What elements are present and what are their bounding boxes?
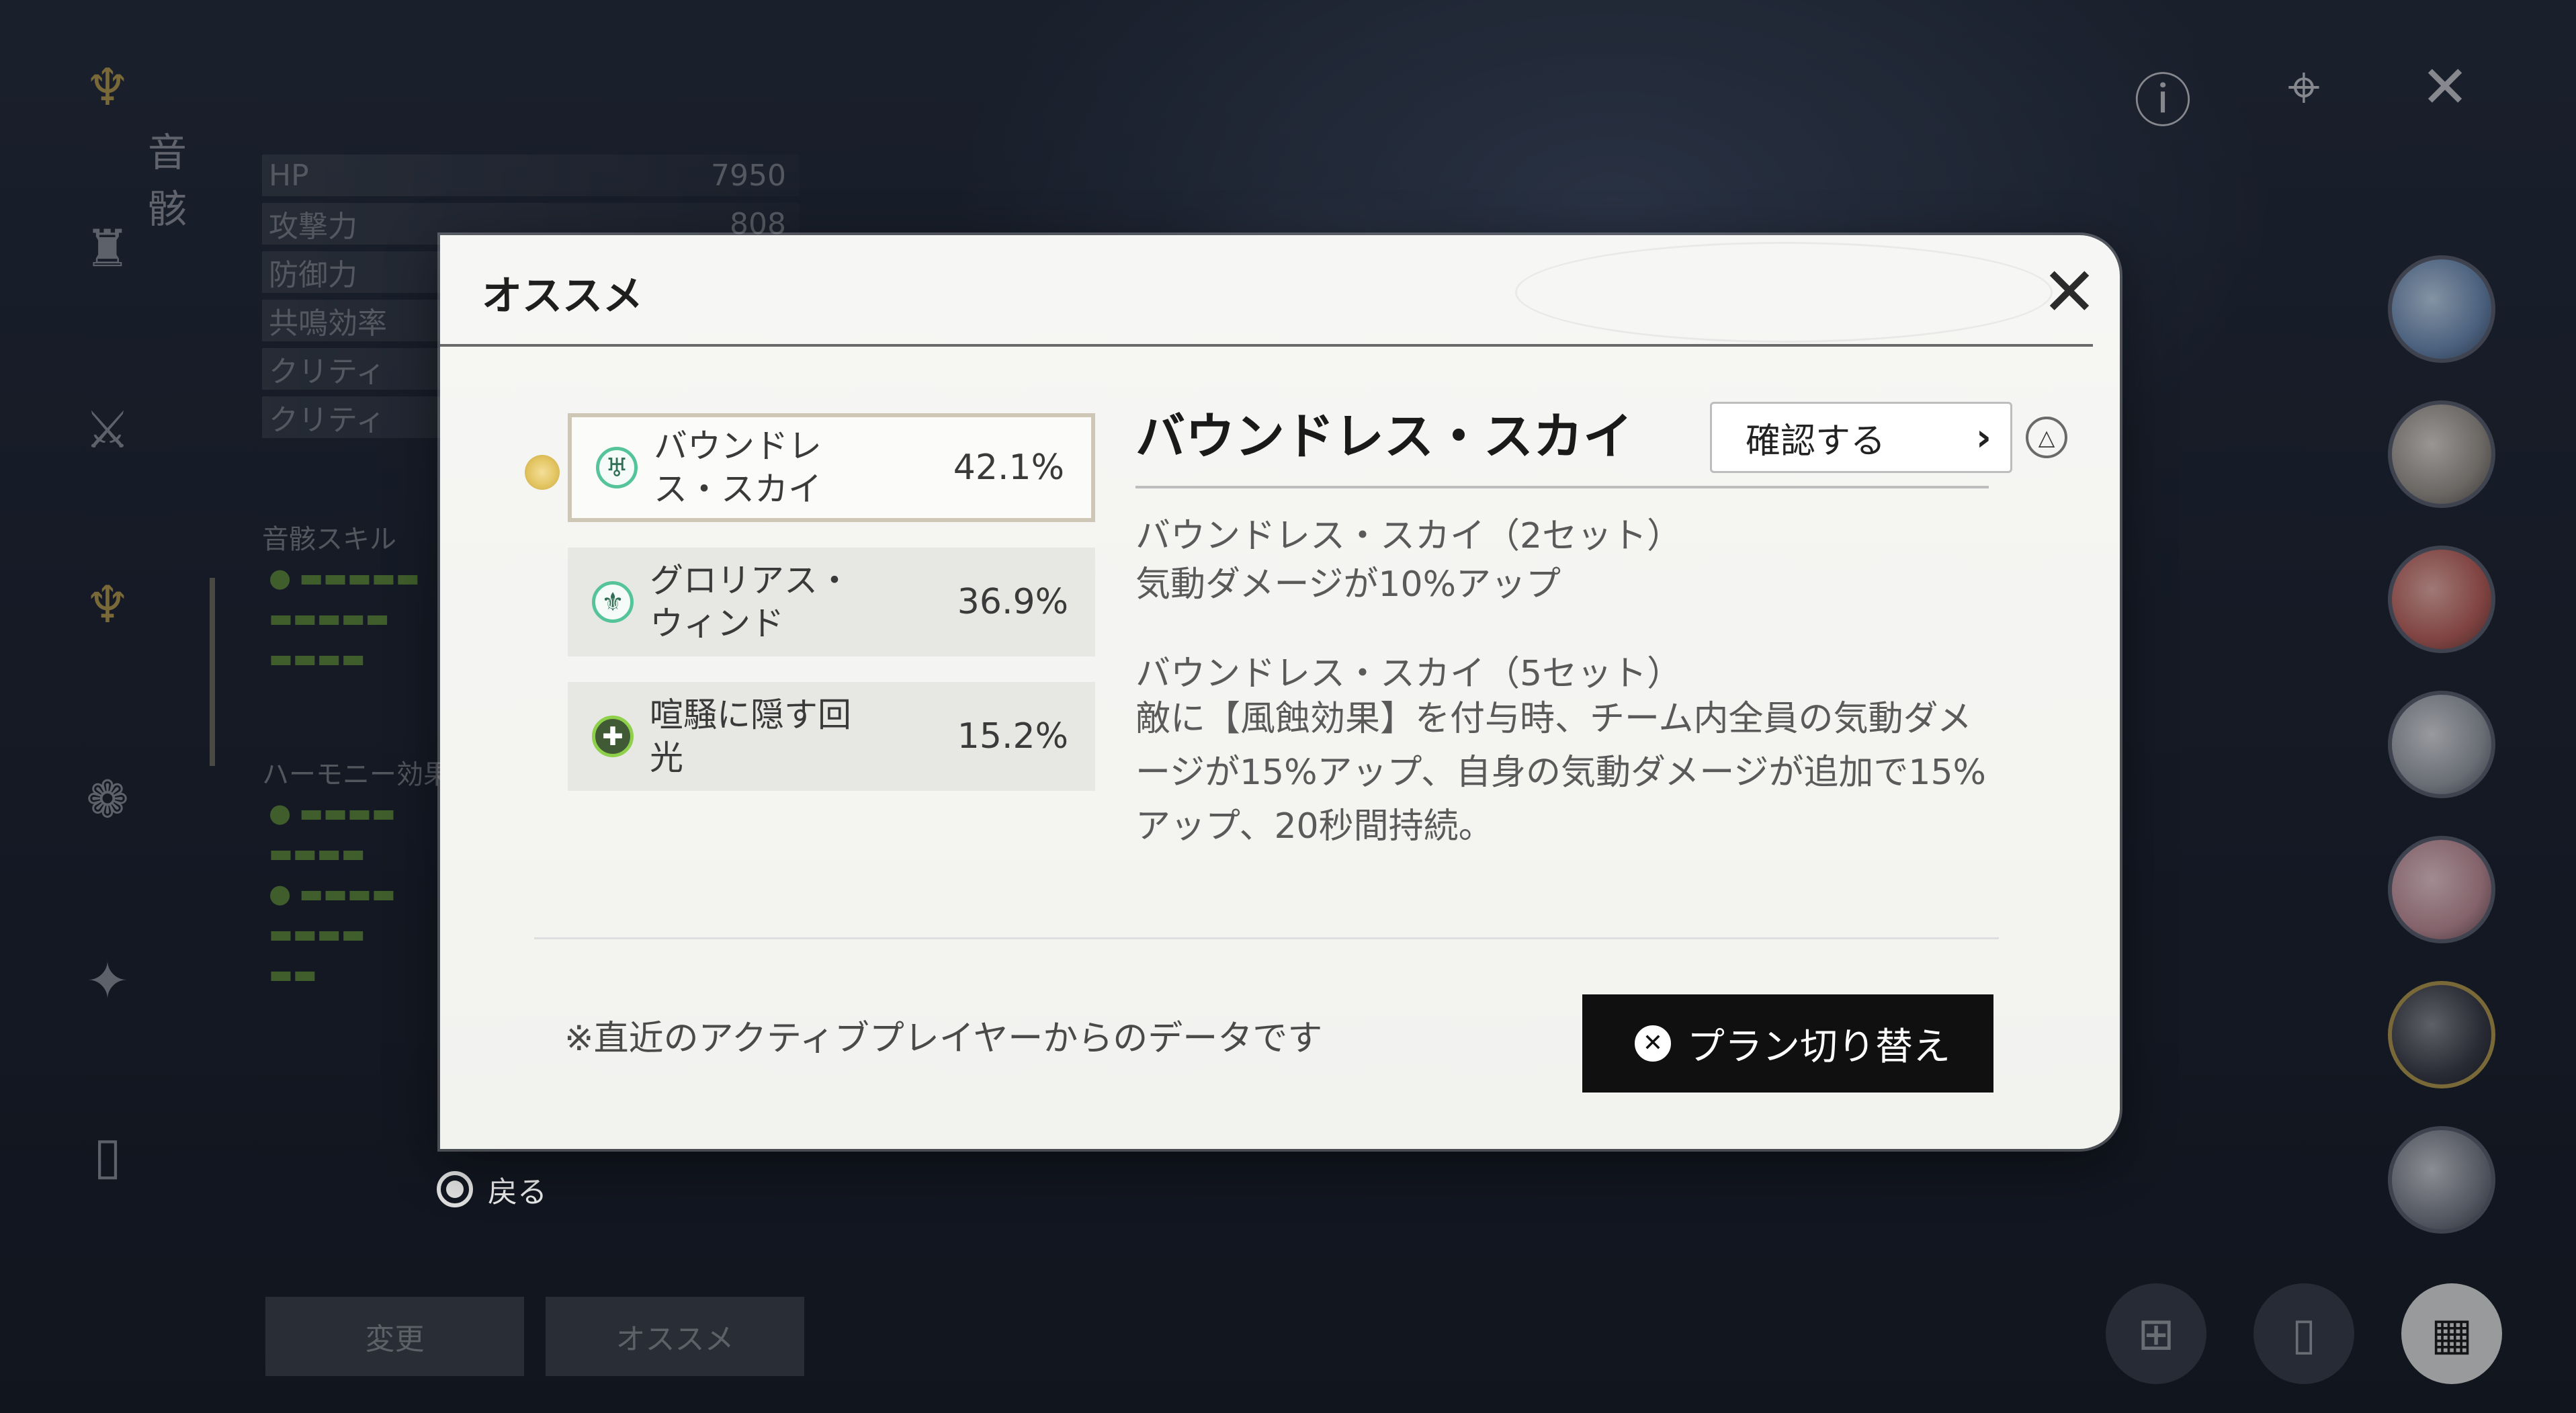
option-percent: 42.1%: [953, 447, 1064, 488]
data-source-note: ※直近のアクティブプレイヤーからのデータです: [564, 1019, 1323, 1059]
modal-header: オススメ: [440, 235, 2093, 347]
header-decoration: [1515, 242, 2053, 343]
set-option-list: ♅ バウンドレス・スカイ 42.1% ⚜ グロリアス・ウィンド 36.9% ✚ …: [525, 413, 1095, 816]
cross-button-icon: ✕: [1635, 1025, 1671, 1062]
close-icon[interactable]: ✕: [2032, 255, 2106, 329]
option-percent: 36.9%: [957, 582, 1068, 622]
triangle-button-icon[interactable]: △: [2026, 417, 2067, 458]
recommend-modal: オススメ ✕ ♅ バウンドレス・スカイ 42.1% ⚜ グロリアス・ウィンド 3…: [440, 235, 2120, 1149]
set2-name: バウンドレス・スカイ（2セット）: [1135, 516, 1682, 556]
back-label: 戻る: [488, 1175, 547, 1209]
selected-indicator-icon: [525, 455, 560, 490]
set-option-boundless-sky[interactable]: ♅ バウンドレス・スカイ 42.1%: [525, 413, 1095, 522]
footer-divider: [534, 937, 1999, 939]
confirm-button[interactable]: 確認する ›: [1710, 402, 2012, 473]
circle-button-icon: [437, 1171, 473, 1207]
chevron-right-icon: ›: [1975, 415, 1991, 460]
detail-divider: [1135, 486, 1989, 488]
option-name: 喧騒に隠す回光: [650, 695, 851, 777]
option-name: バウンドレス・スカイ: [654, 427, 822, 509]
confirm-label: 確認する: [1746, 421, 1886, 462]
set5-desc: 敵に【風蝕効果】を付与時、チーム内全員の気動ダメージが15%アップ、自身の気動ダ…: [1135, 699, 1986, 847]
set5-name: バウンドレス・スカイ（5セット）: [1135, 654, 1682, 694]
set-detail-panel: バウンドレス・スカイ 確認する › △ バウンドレス・スカイ（2セット） 気動ダ…: [1135, 396, 2067, 847]
wind-set-icon: ♅: [596, 447, 638, 488]
healing-set-icon: ✚: [592, 716, 634, 757]
back-button[interactable]: 戻る: [437, 1168, 547, 1211]
set-option-glorious-wind[interactable]: ⚜ グロリアス・ウィンド 36.9%: [568, 548, 1095, 656]
option-percent: 15.2%: [957, 716, 1068, 757]
set-option-healing[interactable]: ✚ 喧騒に隠す回光 15.2%: [568, 682, 1095, 791]
set2-desc: 気動ダメージが10%アップ: [1135, 564, 1561, 605]
switch-plan-label: プラン切り替え: [1687, 1025, 1950, 1069]
option-name: グロリアス・ウィンド: [650, 561, 851, 643]
modal-title: オススメ: [482, 273, 643, 320]
wind-set-icon: ⚜: [592, 581, 634, 623]
switch-plan-button[interactable]: ✕ プラン切り替え: [1582, 994, 1993, 1093]
